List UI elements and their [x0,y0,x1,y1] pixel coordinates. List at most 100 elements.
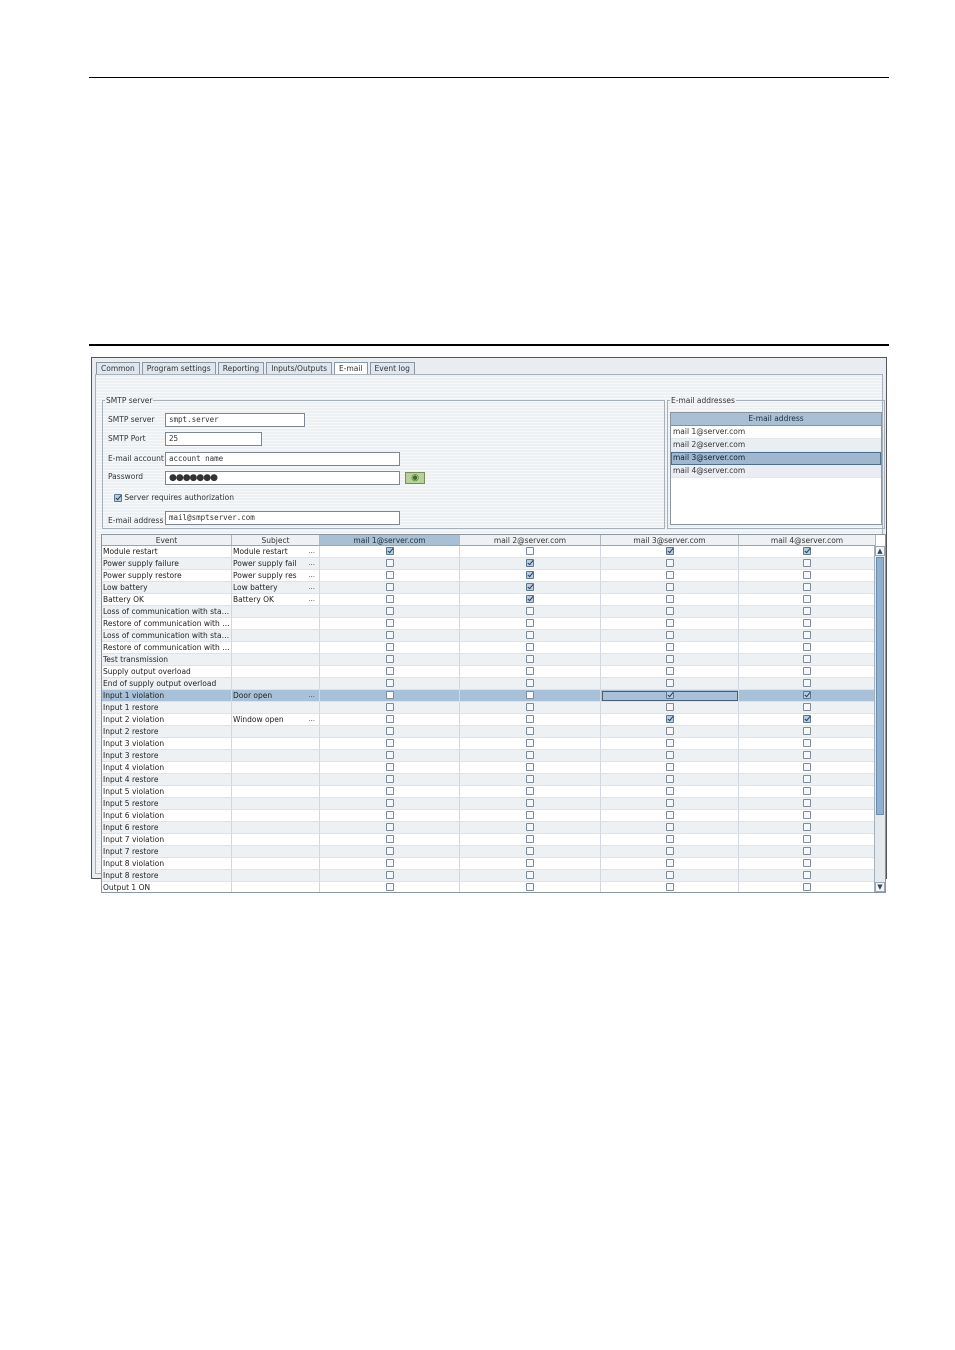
vertical-scrollbar[interactable]: ▲ ▼ [874,546,885,892]
edit-subject-button[interactable]: ... [308,714,315,725]
subject-cell[interactable]: Battery OK... [232,594,320,606]
notify-checkbox[interactable] [385,667,394,675]
table-row[interactable]: Restore of communication with s... [102,642,876,654]
email-address-column-header[interactable]: E-mail address [671,413,881,426]
notify-checkbox[interactable] [665,679,674,687]
notify-checkbox[interactable] [803,583,811,591]
notify-checkbox[interactable] [526,655,534,663]
notify-checkbox[interactable] [385,775,394,783]
notify-checkbox[interactable] [665,643,674,651]
notify-checkbox[interactable] [803,775,811,783]
notify-checkbox[interactable] [665,871,674,879]
notify-checkbox[interactable] [803,859,811,867]
notify-checkbox[interactable] [803,835,811,843]
notify-checkbox[interactable] [803,847,811,855]
table-row[interactable]: Input 7 violation [102,834,876,846]
column-header-mail[interactable]: mail 1@server.com [320,535,460,546]
notify-checkbox[interactable] [803,619,811,627]
notify-checkbox[interactable] [803,799,811,807]
notify-checkbox[interactable] [526,595,534,603]
table-row[interactable]: Output 1 ON [102,882,876,892]
notify-checkbox[interactable] [385,763,394,771]
column-header-subject[interactable]: Subject [232,535,320,546]
subject-cell[interactable] [232,858,320,870]
notify-checkbox[interactable] [665,775,674,783]
notify-checkbox[interactable] [385,799,394,807]
notify-checkbox[interactable] [526,763,534,771]
notify-checkbox[interactable] [526,583,534,591]
subject-cell[interactable] [232,606,320,618]
table-row[interactable]: Input 6 violation [102,810,876,822]
notify-checkbox[interactable] [665,631,674,639]
event-notification-grid[interactable]: Event Subject mail 1@server.com mail 2@serv… [101,534,886,893]
notify-checkbox[interactable] [526,799,534,807]
notify-checkbox[interactable] [385,811,394,819]
notify-checkbox[interactable] [803,643,811,651]
column-header-event[interactable]: Event [102,535,232,546]
notify-checkbox[interactable] [385,703,394,711]
subject-cell[interactable]: Window open... [232,714,320,726]
notify-checkbox[interactable] [665,727,674,735]
notify-checkbox[interactable] [665,847,674,855]
subject-cell[interactable] [232,630,320,642]
subject-cell[interactable] [232,870,320,882]
notify-checkbox[interactable] [526,871,534,879]
notify-checkbox[interactable] [665,595,674,603]
subject-cell[interactable] [232,822,320,834]
table-row[interactable]: Supply output overload [102,666,876,678]
table-row[interactable]: Input 4 restore [102,774,876,786]
subject-cell[interactable] [232,810,320,822]
notify-checkbox[interactable] [385,631,394,639]
email-address-item[interactable]: mail 1@server.com [671,426,881,439]
notify-checkbox[interactable] [385,871,394,879]
edit-subject-button[interactable]: ... [308,690,315,701]
table-row[interactable]: Input 2 violation Window open... [102,714,876,726]
table-row[interactable]: Restore of communication with s... [102,618,876,630]
notify-checkbox[interactable] [526,715,534,723]
notify-checkbox[interactable] [665,691,674,699]
notify-checkbox[interactable] [665,571,674,579]
notify-checkbox[interactable] [665,667,674,675]
notify-checkbox[interactable] [385,619,394,627]
table-row[interactable]: Input 2 restore [102,726,876,738]
notify-checkbox[interactable] [803,715,811,723]
notify-checkbox[interactable] [665,547,674,555]
notify-checkbox[interactable] [526,835,534,843]
table-row[interactable]: Loss of communication with stat... [102,630,876,642]
notify-checkbox[interactable] [526,607,534,615]
edit-subject-button[interactable]: ... [308,570,315,581]
subject-cell[interactable] [232,654,320,666]
notify-checkbox[interactable] [803,763,811,771]
notify-checkbox[interactable] [665,835,674,843]
notify-checkbox[interactable] [526,667,534,675]
scroll-thumb[interactable] [876,557,884,815]
notify-checkbox[interactable] [665,607,674,615]
notify-checkbox[interactable] [665,823,674,831]
notify-checkbox[interactable] [385,715,394,723]
notify-checkbox[interactable] [526,619,534,627]
table-row[interactable]: Power supply failure Power supply fail... [102,558,876,570]
scroll-up-button[interactable]: ▲ [875,546,885,556]
notify-checkbox[interactable] [803,607,811,615]
notify-checkbox[interactable] [526,571,534,579]
subject-cell[interactable] [232,738,320,750]
notify-checkbox[interactable] [385,691,394,699]
table-row[interactable]: Input 3 violation [102,738,876,750]
notify-checkbox[interactable] [526,679,534,687]
smtp-port-field[interactable]: 25 [165,432,262,446]
table-row[interactable]: Input 8 violation [102,858,876,870]
table-row[interactable]: Test transmission [102,654,876,666]
notify-checkbox[interactable] [803,703,811,711]
notify-checkbox[interactable] [803,727,811,735]
notify-checkbox[interactable] [526,703,534,711]
subject-cell[interactable] [232,762,320,774]
subject-cell[interactable] [232,666,320,678]
notify-checkbox[interactable] [385,607,394,615]
notify-checkbox[interactable] [385,751,394,759]
notify-checkbox[interactable] [385,859,394,867]
notify-checkbox[interactable] [385,739,394,747]
notify-checkbox[interactable] [385,883,394,891]
notify-checkbox[interactable] [803,571,811,579]
notify-checkbox[interactable] [385,643,394,651]
notify-checkbox[interactable] [665,715,674,723]
